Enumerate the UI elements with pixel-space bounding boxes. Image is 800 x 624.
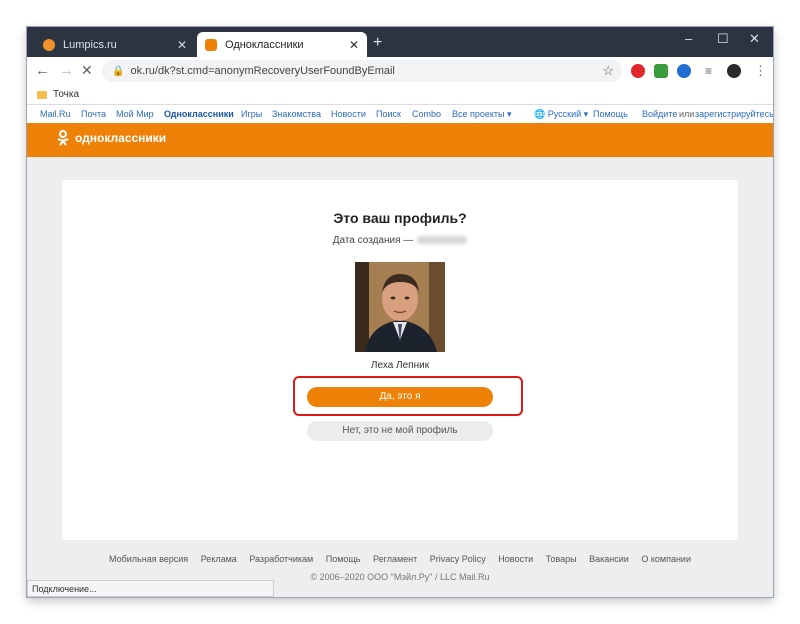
portal-link-all-projects[interactable]: Все проекты ▾ [452,109,512,120]
footer-link-about[interactable]: О компании [641,554,691,564]
profile-photo-image [355,262,445,352]
lock-icon: 🔒 [112,65,125,77]
tab-label: Lumpics.ru [63,38,117,51]
maximize-button[interactable]: ☐ [717,31,729,47]
creation-date-label: Дата создания — [332,235,414,246]
globe-extension-icon[interactable] [677,64,691,78]
status-bar: Подключение... [27,580,274,597]
url-text: ok.ru/dk?st.cmd=anonymRecoveryUserFoundB… [130,65,395,77]
tab-odnoklassniki[interactable]: Одноклассники ✕ [197,32,367,57]
close-tab-icon[interactable]: ✕ [177,38,187,52]
footer-link-news[interactable]: Новости [498,554,533,564]
portal-link-help[interactable]: Помощь [593,109,628,119]
browser-window: Lumpics.ru ✕ Одноклассники ✕ + – ☐ ✕ ← →… [27,27,773,597]
menu-dots-icon[interactable]: ⋮ [754,63,767,79]
footer-link-jobs[interactable]: Вакансии [589,554,629,564]
tab-label: Одноклассники [225,38,304,51]
ok-logo[interactable]: одноклассники [57,130,166,146]
footer-link-mobile[interactable]: Мобильная версия [109,554,188,564]
footer-link-ads[interactable]: Реклама [201,554,237,564]
browser-toolbar: ← → ✕ 🔒 ok.ru/dk?st.cmd=anonymRecoveryUs… [27,57,773,85]
confirm-profile-button[interactable]: Да, это я [307,387,493,407]
portal-link-search[interactable]: Поиск [376,109,401,119]
mailru-portal-bar: Mail.Ru Почта Мой Мир Одноклассники Игры… [27,105,773,123]
creation-date: Дата создания — [62,235,738,246]
portal-link-mailru[interactable]: Mail.Ru [40,109,71,119]
playlist-icon[interactable]: ≡ [705,64,712,78]
bookmark-tochka[interactable]: Точка [53,89,79,100]
blurred-date [417,236,468,245]
footer-link-goods[interactable]: Товары [546,554,577,564]
music-extension-icon[interactable] [654,64,668,78]
bookmarks-bar: Точка [27,85,773,105]
language-label: Русский ▾ [547,109,589,119]
close-window-button[interactable]: ✕ [749,31,760,47]
login-link[interactable]: Войдите [642,109,677,119]
stop-loading-icon[interactable]: ✕ [81,62,93,79]
profile-photo [355,262,445,352]
forward-arrow-icon[interactable]: → [59,62,74,79]
footer-links: Мобильная версия Реклама Разработчикам П… [27,554,773,564]
portal-link-games[interactable]: Игры [241,109,262,119]
profile-avatar[interactable] [727,64,741,78]
portal-link-ok[interactable]: Одноклассники [164,109,234,119]
or-text: или [679,109,695,119]
footer-link-rules[interactable]: Регламент [373,554,417,564]
portal-link-combo[interactable]: Combo [412,109,441,119]
back-arrow-icon[interactable]: ← [35,62,50,79]
ok-logo-text: одноклассники [75,131,167,145]
address-bar[interactable]: 🔒 ok.ru/dk?st.cmd=anonymRecoveryUserFoun… [102,60,622,82]
portal-link-my-world[interactable]: Мой Мир [116,109,154,119]
register-link[interactable]: зарегистрируйтесь [695,109,773,119]
minimize-button[interactable]: – [685,31,692,46]
globe-icon: 🌐 [534,109,546,119]
not-my-profile-button[interactable]: Нет, это не мой профиль [307,421,493,441]
lumpics-favicon-icon [43,38,55,51]
close-tab-icon[interactable]: ✕ [349,38,359,52]
new-tab-button[interactable]: + [373,34,382,52]
opera-vpn-icon[interactable] [631,64,645,78]
portal-link-news[interactable]: Новости [331,109,366,119]
folder-icon [37,90,47,99]
portal-link-mail[interactable]: Почта [81,109,106,119]
footer-link-developers[interactable]: Разработчикам [249,554,313,564]
footer-link-help[interactable]: Помощь [326,554,361,564]
ok-logo-icon [57,130,69,146]
ok-favicon-icon [205,38,217,51]
user-name: Леха Лепник [370,360,430,371]
page-title: Это ваш профиль? [333,210,467,226]
bookmark-star-icon[interactable]: ☆ [602,63,614,79]
language-selector[interactable]: 🌐 Русский ▾ [534,109,588,120]
tab-bar: Lumpics.ru ✕ Одноклассники ✕ + – ☐ ✕ [27,27,773,57]
tab-lumpics[interactable]: Lumpics.ru ✕ [35,32,195,57]
profile-confirmation-card: Это ваш профиль? Дата создания — Леха Ле… [62,180,738,540]
portal-link-dating[interactable]: Знакомства [272,109,321,119]
footer-link-privacy[interactable]: Privacy Policy [430,554,486,564]
ok-header: одноклассники [27,123,773,157]
